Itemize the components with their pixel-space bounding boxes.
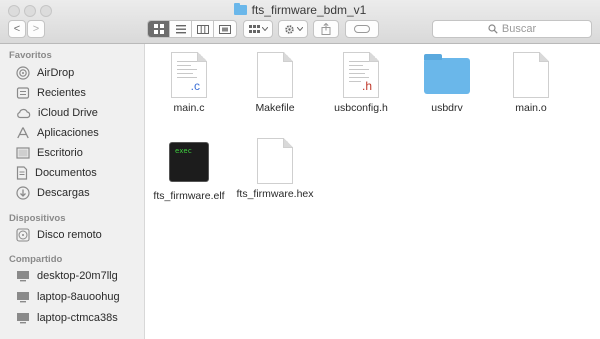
cloud-icon: [17, 108, 31, 119]
file-name: main.o: [515, 102, 547, 114]
c-source-file-icon: .c: [171, 52, 207, 98]
document-file-icon: [513, 52, 549, 98]
back-button[interactable]: <: [8, 20, 26, 38]
file-name: main.c: [173, 102, 205, 114]
folder-icon: [233, 3, 247, 15]
sidebar-item-applications[interactable]: Aplicaciones: [16, 124, 99, 142]
finder-window: fts_firmware_bdm_v1 < > Buscar Favoritos…: [0, 0, 600, 339]
grid-icon: [153, 24, 164, 34]
applications-icon: [17, 127, 29, 139]
executable-terminal-icon: exec: [169, 142, 209, 182]
desktop-icon: [16, 147, 30, 159]
sidebar-item-label: Aplicaciones: [37, 127, 99, 139]
sidebar-item-label: Disco remoto: [37, 229, 102, 241]
file-name: usbdrv: [431, 102, 463, 114]
sidebar-item-airdrop[interactable]: AirDrop: [16, 64, 74, 82]
sidebar-item-documents[interactable]: Documentos: [16, 164, 97, 182]
recents-icon: [16, 87, 30, 99]
sidebar-item-label: AirDrop: [37, 67, 75, 79]
sidebar-section-devices: Dispositivos: [9, 213, 66, 224]
document-file-icon: [257, 138, 293, 184]
c-header-file-icon: .h: [343, 52, 379, 98]
group-by-button[interactable]: [243, 20, 273, 38]
chevron-down-icon: [261, 27, 268, 31]
sidebar-section-shared: Compartido: [9, 254, 63, 265]
file-item-fts-firmware-elf[interactable]: exec fts_firmware.elf: [149, 138, 229, 202]
file-item-makefile[interactable]: Makefile: [235, 52, 315, 114]
sidebar-item-label: laptop-8auoohug: [37, 291, 120, 303]
file-item-usbconfig-h[interactable]: .h usbconfig.h: [321, 52, 401, 114]
sidebar-item-label: laptop-ctmca38s: [37, 312, 118, 324]
sidebar-item-label: Escritorio: [37, 147, 83, 159]
window-title-text: fts_firmware_bdm_v1: [251, 3, 367, 17]
disc-icon: [16, 228, 30, 242]
sidebar-item-icloud-drive[interactable]: iCloud Drive: [16, 104, 98, 122]
downloads-icon: [16, 186, 30, 200]
file-name: fts_firmware.elf: [153, 190, 225, 202]
computer-icon: [17, 313, 29, 324]
gear-icon: [284, 24, 294, 34]
forward-label: >: [32, 23, 40, 35]
action-menu-button[interactable]: [278, 20, 308, 38]
file-name: fts_firmware.hex: [236, 188, 314, 200]
sidebar-item-shared-computer[interactable]: laptop-ctmca38s: [16, 309, 118, 327]
document-file-icon: [257, 52, 293, 98]
list-icon: [175, 24, 186, 33]
file-item-main-c[interactable]: .c main.c: [149, 52, 229, 114]
sidebar-section-favorites: Favoritos: [9, 50, 52, 61]
share-button[interactable]: [313, 20, 339, 38]
file-extension-badge: .h: [361, 79, 372, 93]
view-mode-segmented: [147, 20, 237, 38]
gallery-icon: [219, 24, 231, 34]
computer-icon: [17, 292, 29, 303]
search-placeholder: Buscar: [501, 23, 537, 35]
file-item-fts-firmware-hex[interactable]: fts_firmware.hex: [235, 138, 315, 200]
columns-icon: [196, 24, 209, 34]
file-icon-grid: .c main.c Makefile .h usbconfig.h usbdrv…: [145, 44, 600, 339]
window-title: fts_firmware_bdm_v1: [0, 3, 600, 17]
sidebar-item-remote-disc[interactable]: Disco remoto: [16, 226, 102, 244]
exec-badge: exec: [175, 147, 192, 155]
share-icon: [321, 23, 331, 35]
computer-icon: [17, 271, 29, 282]
forward-button[interactable]: >: [27, 20, 45, 38]
sidebar-item-label: Recientes: [37, 87, 86, 99]
sidebar: Favoritos AirDrop Recientes iCloud Drive…: [0, 44, 145, 339]
sidebar-item-label: iCloud Drive: [38, 107, 98, 119]
sidebar-item-shared-computer[interactable]: laptop-8auoohug: [16, 288, 120, 306]
column-view-button[interactable]: [192, 21, 214, 37]
file-item-usbdrv[interactable]: usbdrv: [407, 52, 487, 114]
file-item-main-o[interactable]: main.o: [491, 52, 571, 114]
group-grid-icon: [248, 24, 260, 33]
file-name: Makefile: [255, 102, 295, 114]
documents-icon: [16, 166, 28, 180]
list-view-button[interactable]: [170, 21, 192, 37]
sidebar-item-label: Descargas: [37, 187, 90, 199]
sidebar-item-label: Documentos: [35, 167, 97, 179]
sidebar-item-desktop[interactable]: Escritorio: [16, 144, 83, 162]
toolbar: fts_firmware_bdm_v1 < > Buscar: [0, 0, 600, 44]
sidebar-item-downloads[interactable]: Descargas: [16, 184, 90, 202]
chevron-down-icon: [296, 27, 303, 31]
gallery-view-button[interactable]: [214, 21, 236, 37]
tag-icon: [354, 25, 370, 33]
file-name: usbconfig.h: [334, 102, 388, 114]
sidebar-item-shared-computer[interactable]: desktop-20m7llg: [16, 267, 118, 285]
sidebar-item-label: desktop-20m7llg: [37, 270, 118, 282]
airdrop-icon: [16, 66, 30, 80]
search-field[interactable]: Buscar: [432, 20, 592, 38]
icon-view-button[interactable]: [148, 21, 170, 37]
search-icon: [488, 24, 498, 34]
folder-icon: [424, 54, 470, 94]
sidebar-item-recents[interactable]: Recientes: [16, 84, 86, 102]
tags-button[interactable]: [345, 20, 379, 38]
back-label: <: [13, 23, 21, 35]
file-extension-badge: .c: [190, 79, 200, 93]
